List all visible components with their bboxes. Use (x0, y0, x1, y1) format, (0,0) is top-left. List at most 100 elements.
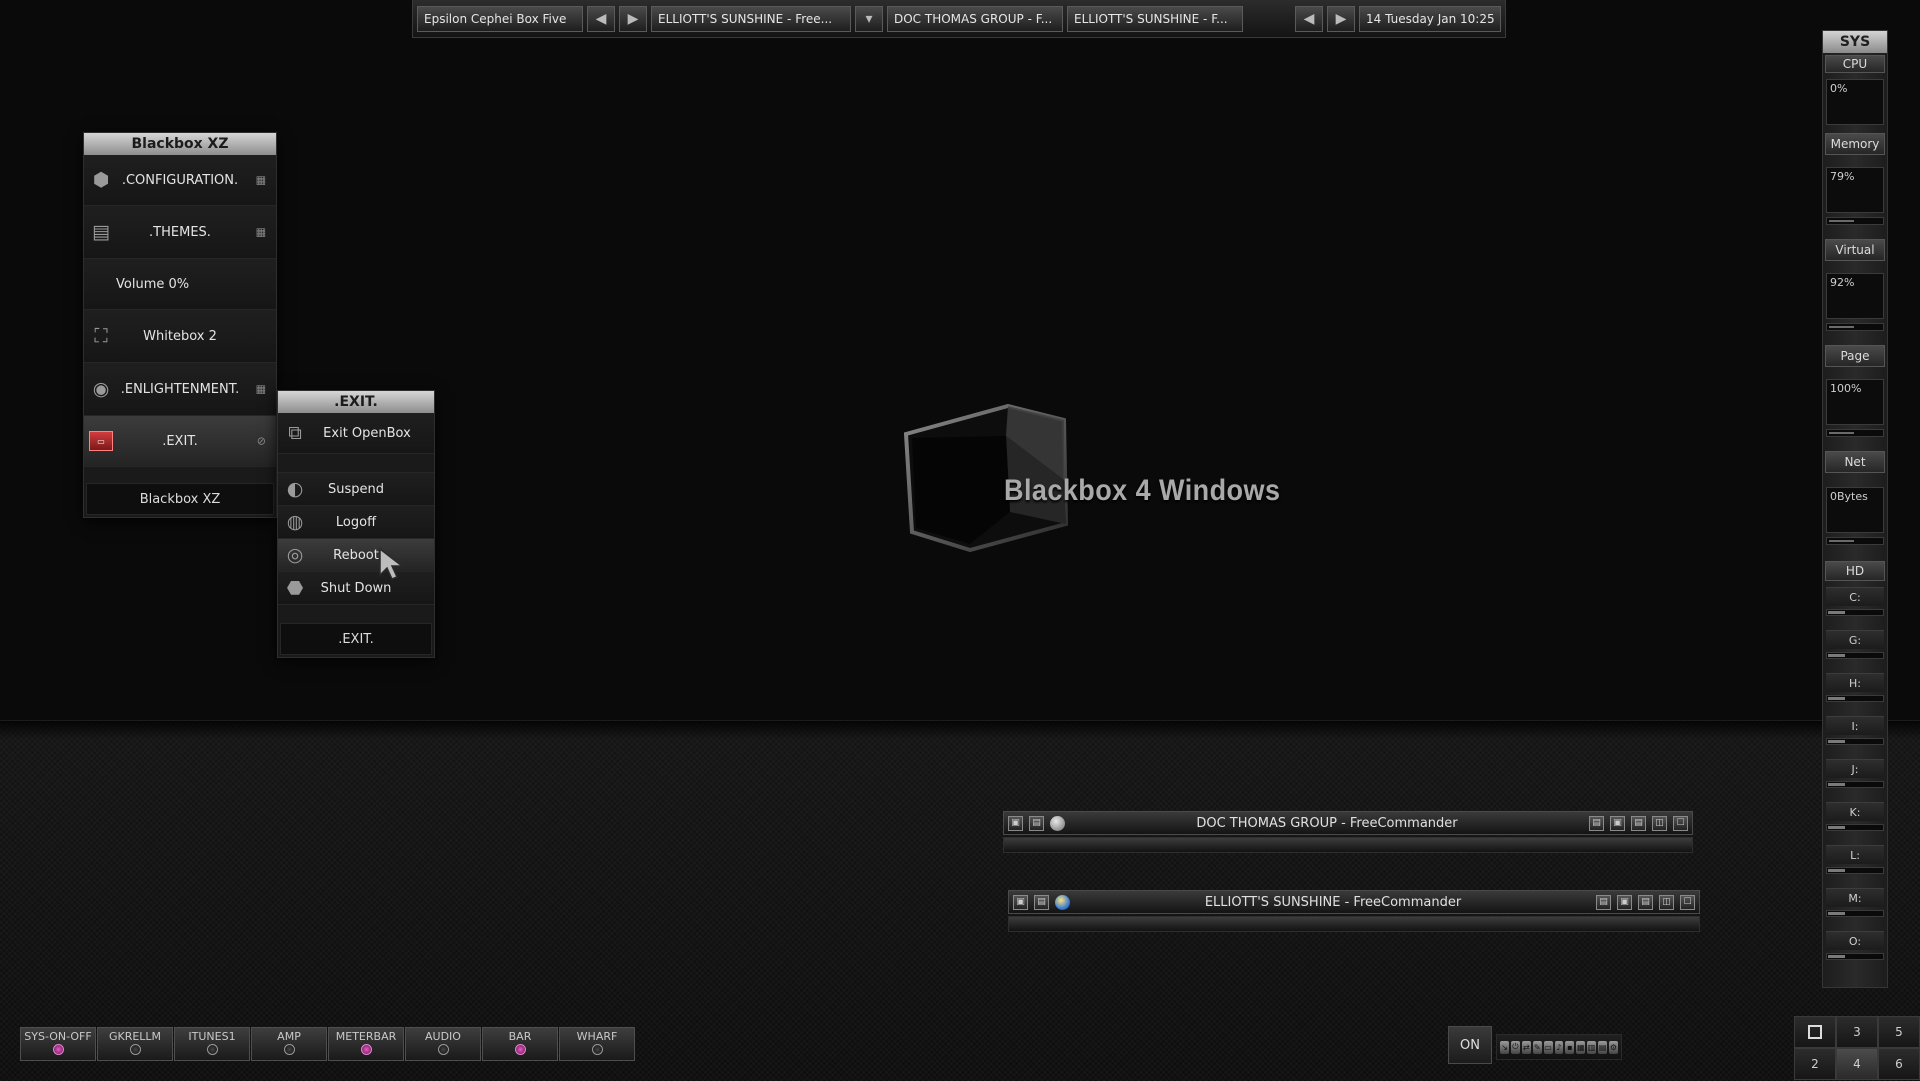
menu-item-themes[interactable]: ▤ .THEMES. ▦ (84, 206, 276, 259)
menu-item-logoff[interactable]: ◍ Logoff (278, 506, 434, 539)
workspace-5[interactable]: 5 (1878, 1016, 1920, 1048)
window-button-icon[interactable]: ▣ (1617, 894, 1632, 910)
task-button[interactable]: ELLIOTT'S SUNSHINE - F... (1067, 5, 1243, 32)
launcher-label: SYS-ON-OFF (24, 1030, 92, 1043)
net-label: Net (1825, 451, 1885, 473)
page-label: Page (1825, 345, 1885, 367)
disc-icon: ◉ (92, 378, 110, 400)
workspace-3[interactable]: 3 (1836, 1016, 1878, 1048)
menu-item-shutdown[interactable]: ⬣ Shut Down (278, 572, 434, 605)
drive-usage-bar (1826, 609, 1884, 616)
window-menu-icon[interactable]: ▣ (1008, 815, 1023, 831)
launcher-bar-toggle[interactable]: BAR (482, 1027, 558, 1061)
minimize-icon[interactable]: ▤ (1638, 894, 1653, 910)
tray-on-button[interactable]: ON (1448, 1026, 1492, 1064)
freecommander-window[interactable]: ▣ ▤ DOC THOMAS GROUP - FreeCommander ▤ ▣… (1003, 811, 1693, 853)
menu-spacer (84, 467, 276, 477)
themes-icon: ▤ (92, 221, 110, 243)
workspace-label[interactable]: Epsilon Cephei Box Five (417, 5, 583, 32)
exit-submenu-title[interactable]: .EXIT. (278, 391, 434, 413)
launcher-label: METERBAR (335, 1030, 397, 1043)
net-graph: 0Bytes (1826, 487, 1884, 533)
workspace-4[interactable]: 4 (1836, 1048, 1878, 1080)
tray-tool-icon[interactable]: ✎ (1532, 1040, 1542, 1054)
window-titlebar[interactable]: ▣ ▤ ELLIOTT'S SUNSHINE - FreeCommander ▤… (1008, 890, 1700, 914)
tray-power-icon[interactable]: ⏻ (1510, 1040, 1520, 1054)
main-menu-title[interactable]: Blackbox XZ (84, 133, 276, 155)
menu-item-label: .THEMES. (149, 224, 211, 240)
window-handle[interactable] (1008, 916, 1700, 932)
launcher-bar: SYS-ON-OFF GKRELLM ITUNES1 AMP METERBAR … (20, 1027, 635, 1061)
task-menu-button[interactable]: ▾ (855, 5, 883, 32)
close-icon[interactable]: ☐ (1673, 815, 1688, 831)
window-next-button[interactable]: ▶ (1327, 5, 1355, 32)
window-shade-icon[interactable]: ▤ (1029, 815, 1044, 831)
tray-network-icon[interactable]: ⇄ (1521, 1040, 1531, 1054)
tray-window-icon[interactable]: ▦ (1576, 1040, 1586, 1054)
menu-item-configuration[interactable]: ⬢ .CONFIGURATION. ▦ (84, 155, 276, 206)
tray-speaker-icon[interactable]: ♪ (1554, 1040, 1564, 1054)
drive-usage-bar (1826, 738, 1884, 745)
close-icon[interactable]: ☐ (1680, 894, 1695, 910)
minimize-icon[interactable]: ▤ (1631, 815, 1646, 831)
tray-app-icon[interactable]: ▪ (1565, 1040, 1575, 1054)
window-shade-icon[interactable]: ▤ (1034, 894, 1049, 910)
system-tray: ↘ ⏻ ⇄ ✎ ▭ ♪ ▪ ▦ ▥ ▤ ⚙ (1496, 1034, 1622, 1060)
maximize-icon[interactable]: ◫ (1652, 815, 1667, 831)
menu-item-reboot[interactable]: ◎ Reboot (278, 539, 434, 572)
launcher-amp[interactable]: AMP (251, 1027, 327, 1061)
launcher-sys-on-off[interactable]: SYS-ON-OFF (20, 1027, 96, 1061)
page-bar (1826, 429, 1884, 437)
workspace-2[interactable]: 2 (1794, 1048, 1836, 1080)
launcher-audio[interactable]: AUDIO (405, 1027, 481, 1061)
tray-display-icon[interactable]: ▭ (1543, 1040, 1553, 1054)
exit-submenu: .EXIT. ⧉ Exit OpenBox ◐ Suspend ◍ Logoff… (277, 390, 435, 658)
tray-arrow-icon[interactable]: ↘ (1500, 1040, 1509, 1054)
drive-label: H: (1826, 673, 1884, 692)
window-prev-button[interactable]: ◀ (1295, 5, 1323, 32)
tray-storage-icon[interactable]: ▤ (1598, 1040, 1608, 1054)
launcher-label: WHARF (576, 1030, 618, 1043)
drive-label: J: (1826, 759, 1884, 778)
menu-item-whitebox[interactable]: ⛶ Whitebox 2 (84, 310, 276, 363)
launcher-label: ITUNES1 (188, 1030, 236, 1043)
main-menu-footer[interactable]: Blackbox XZ (86, 483, 274, 515)
menu-item-label: Volume 0% (116, 276, 190, 292)
launcher-meterbar[interactable]: METERBAR (328, 1027, 404, 1061)
menu-item-exit[interactable]: ▭ .EXIT. ⊘ (84, 416, 276, 467)
menu-item-suspend[interactable]: ◐ Suspend (278, 473, 434, 506)
window-menu-icon[interactable]: ▣ (1013, 894, 1028, 910)
menu-item-exit-openbox[interactable]: ⧉ Exit OpenBox (278, 413, 434, 454)
drive-usage-bar (1826, 695, 1884, 702)
memory-bar (1826, 217, 1884, 225)
window-titlebar[interactable]: ▣ ▤ DOC THOMAS GROUP - FreeCommander ▤ ▣… (1003, 811, 1693, 835)
exit-icon: ▭ (88, 429, 114, 453)
launcher-wharf[interactable]: WHARF (559, 1027, 635, 1061)
exit-submenu-footer[interactable]: .EXIT. (280, 623, 432, 655)
suspend-icon: ◐ (286, 478, 304, 500)
window-button-icon[interactable]: ▤ (1596, 894, 1611, 910)
maximize-icon[interactable]: ◫ (1659, 894, 1674, 910)
freecommander-window[interactable]: ▣ ▤ ELLIOTT'S SUNSHINE - FreeCommander ▤… (1008, 890, 1700, 932)
window-button-icon[interactable]: ▣ (1610, 815, 1625, 831)
launcher-gkrellm[interactable]: GKRELLM (97, 1027, 173, 1061)
task-button[interactable]: ELLIOTT'S SUNSHINE - Free... (651, 5, 851, 32)
tray-settings-icon[interactable]: ⚙ (1609, 1040, 1618, 1054)
window-title: ELLIOTT'S SUNSHINE - FreeCommander (1204, 894, 1462, 910)
window-handle[interactable] (1003, 837, 1693, 853)
menu-separator (278, 454, 434, 473)
workspace-current[interactable] (1794, 1016, 1836, 1048)
task-button[interactable]: DOC THOMAS GROUP - F... (887, 5, 1063, 32)
main-menu: Blackbox XZ ⬢ .CONFIGURATION. ▦ ▤ .THEME… (83, 132, 277, 518)
launcher-label: GKRELLM (108, 1030, 162, 1043)
window-button-icon[interactable]: ▤ (1589, 815, 1604, 831)
tray-chart-icon[interactable]: ▥ (1587, 1040, 1597, 1054)
workspace-next-button[interactable]: ▶ (619, 5, 647, 32)
launcher-itunes1[interactable]: ITUNES1 (174, 1027, 250, 1061)
menu-item-volume[interactable]: Volume 0% (84, 259, 276, 310)
menu-item-enlightenment[interactable]: ◉ .ENLIGHTENMENT. ▦ (84, 363, 276, 416)
workspace-6[interactable]: 6 (1878, 1048, 1920, 1080)
menu-item-label: Logoff (335, 514, 377, 530)
workspace-prev-button[interactable]: ◀ (587, 5, 615, 32)
drive-usage-bar (1826, 867, 1884, 874)
